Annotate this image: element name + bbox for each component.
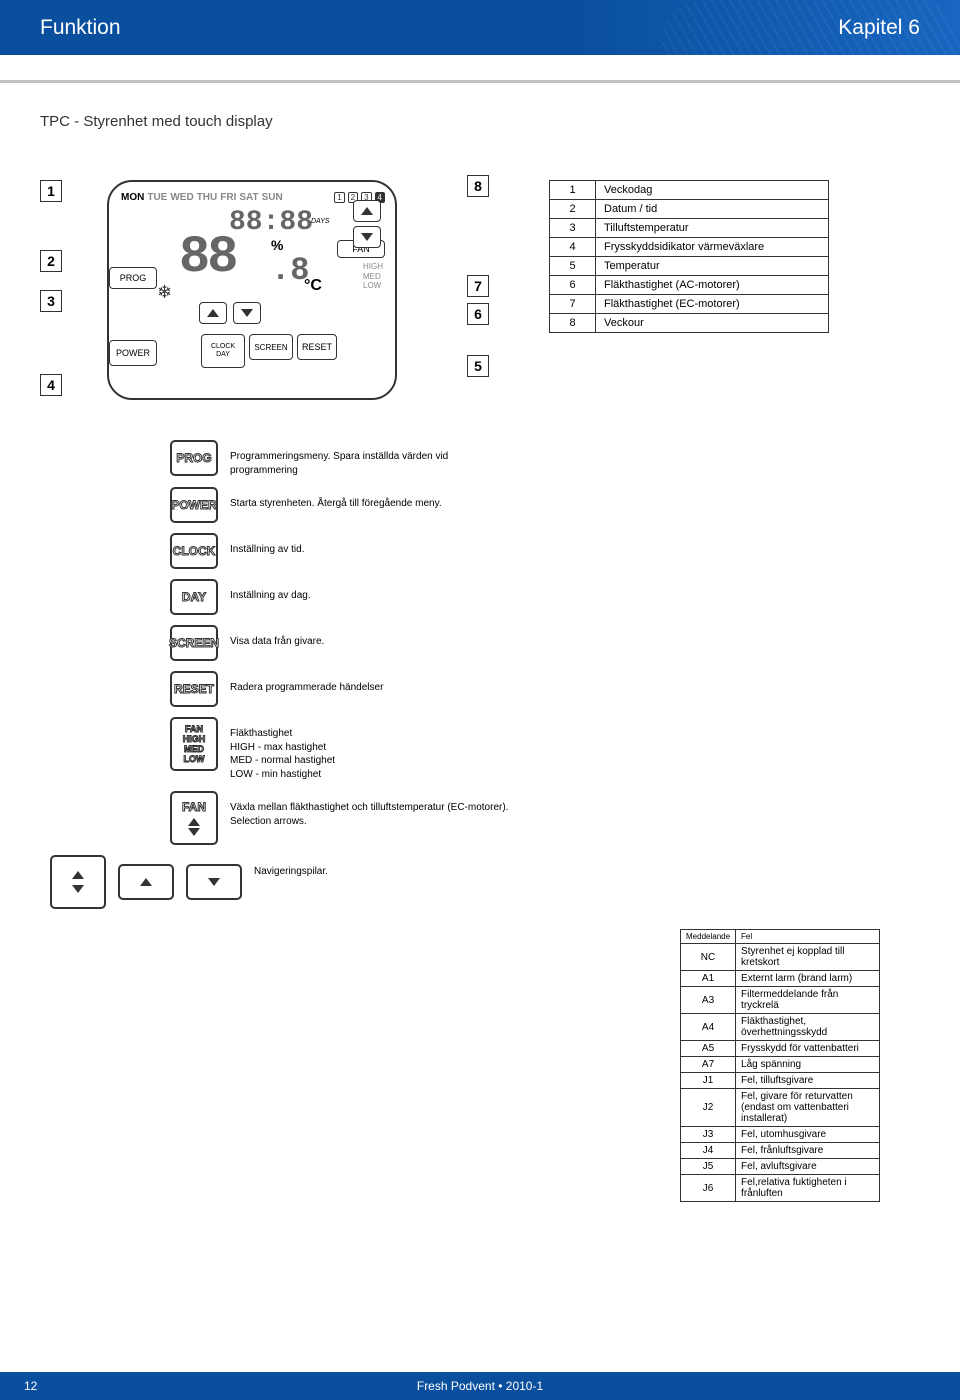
table-row: 6Fläkthastighet (AC-motorer) — [550, 276, 829, 295]
table-row: 3Tilluftstemperatur — [550, 219, 829, 238]
button-explanations: PROG Programmeringsmeny. Spara inställda… — [170, 440, 920, 909]
arrow-down-button-2[interactable] — [233, 302, 261, 324]
callout-2: 2 — [40, 250, 62, 272]
table-row: J1Fel, tilluftsgivare — [681, 1073, 880, 1089]
device-display: MON TUE WED THU FRI SAT SUN 1 2 3 4 88:8… — [92, 180, 432, 400]
fan-arrows[interactable] — [353, 200, 381, 248]
reset-desc: Radera programmerade händelser — [230, 671, 383, 695]
arrow-up-button[interactable] — [353, 200, 381, 222]
clock-desc: Inställning av tid. — [230, 533, 305, 557]
legend-table: 1Veckodag2Datum / tid3Tilluftstemperatur… — [549, 180, 829, 333]
table-row: A3Filtermeddelande från tryckrelä — [681, 987, 880, 1014]
callout-8: 8 — [467, 175, 489, 197]
table-row: J4Fel, frånluftsgivare — [681, 1143, 880, 1159]
day-graphic: DAY — [170, 579, 218, 615]
table-row: A5Frysskydd för vattenbatteri — [681, 1041, 880, 1057]
prog-graphic: PROG — [170, 440, 218, 476]
fan-levels: HIGH MED LOW — [363, 262, 383, 291]
error-head-text: Fel — [736, 930, 880, 944]
callout-7: 7 — [467, 275, 489, 297]
days-label: DAYS — [311, 218, 330, 225]
fan-levels-graphic: FAN HIGH MED LOW — [170, 717, 218, 771]
day-desc: Inställning av dag. — [230, 579, 311, 603]
callout-3: 3 — [40, 290, 62, 312]
callout-1: 1 — [40, 180, 62, 202]
table-row: NCStyrenhet ej kopplad till kretskort — [681, 944, 880, 971]
table-row: J6Fel,relativa fuktigheten i frånluften — [681, 1175, 880, 1202]
celsius-icon: °C — [304, 277, 322, 295]
page-footer: 12 Fresh Podvent • 2010-1 — [0, 1372, 960, 1400]
table-row: A7Låg spänning — [681, 1057, 880, 1073]
reset-graphic: RESET — [170, 671, 218, 707]
bottom-arrows[interactable] — [199, 302, 261, 324]
callout-5: 5 — [467, 355, 489, 377]
page-number: 12 — [24, 1379, 37, 1393]
fan-levels-desc: Fläkthastighet HIGH - max hastighet MED … — [230, 717, 335, 781]
section-title: TPC - Styrenhet med touch display — [40, 113, 920, 130]
nav-arrows-graphic — [50, 855, 242, 909]
lcd-panel: MON TUE WED THU FRI SAT SUN 1 2 3 4 88:8… — [107, 180, 397, 400]
table-row: 4Frysskyddsidikator värmeväxlare — [550, 238, 829, 257]
screen-button[interactable]: SCREEN — [249, 334, 293, 360]
footer-text: Fresh Podvent • 2010-1 — [417, 1379, 543, 1393]
power-desc: Starta styrenheten. Återgå till föregåen… — [230, 487, 442, 511]
fan-arrows-desc: Växla mellan fläkthastighet och tillufts… — [230, 791, 510, 828]
prog-button[interactable]: PROG — [109, 267, 157, 289]
screen-desc: Visa data från givare. — [230, 625, 324, 649]
reset-button[interactable]: RESET — [297, 334, 337, 360]
table-row: 1Veckodag — [550, 181, 829, 200]
header-title-left: Funktion — [40, 16, 121, 40]
table-row: A4Fläkthastighet, överhettningsskydd — [681, 1014, 880, 1041]
error-table: Meddelande Fel NCStyrenhet ej kopplad ti… — [680, 929, 880, 1202]
power-graphic: POWER — [170, 487, 218, 523]
error-head-code: Meddelande — [681, 930, 736, 944]
table-row: 8Veckour — [550, 314, 829, 333]
clock-day-button[interactable]: CLOCK DAY — [201, 334, 245, 368]
callout-4: 4 — [40, 374, 62, 396]
callouts-right: 8 7 6 5 — [467, 175, 489, 377]
table-row: A1Externt larm (brand larm) — [681, 971, 880, 987]
table-row: J5Fel, avluftsgivare — [681, 1159, 880, 1175]
header-title-right: Kapitel 6 — [838, 16, 920, 40]
time-digits: 88:88 — [229, 207, 313, 238]
table-row: 2Datum / tid — [550, 200, 829, 219]
percent-icon: % — [271, 237, 283, 253]
table-row: J3Fel, utomhusgivare — [681, 1127, 880, 1143]
snowflake-icon: ❄ — [157, 282, 172, 303]
fan-arrows-graphic: FAN — [170, 791, 218, 845]
table-row: 7Fläkthastighet (EC-motorer) — [550, 295, 829, 314]
page-header: Funktion Kapitel 6 — [0, 0, 960, 55]
callout-6: 6 — [467, 303, 489, 325]
table-row: 5Temperatur — [550, 257, 829, 276]
power-button[interactable]: POWER — [109, 340, 157, 366]
arrow-up-button-2[interactable] — [199, 302, 227, 324]
screen-graphic: SCREEN — [170, 625, 218, 661]
main-digits: 88 — [179, 237, 235, 279]
prog-desc: Programmeringsmeny. Spara inställda värd… — [230, 440, 510, 477]
nav-desc: Navigeringspilar. — [254, 855, 328, 879]
arrow-down-button[interactable] — [353, 226, 381, 248]
callouts-left: 1 2 3 4 — [40, 180, 62, 396]
clock-graphic: CLOCK — [170, 533, 218, 569]
table-row: J2Fel, givare för returvatten (endast om… — [681, 1089, 880, 1127]
